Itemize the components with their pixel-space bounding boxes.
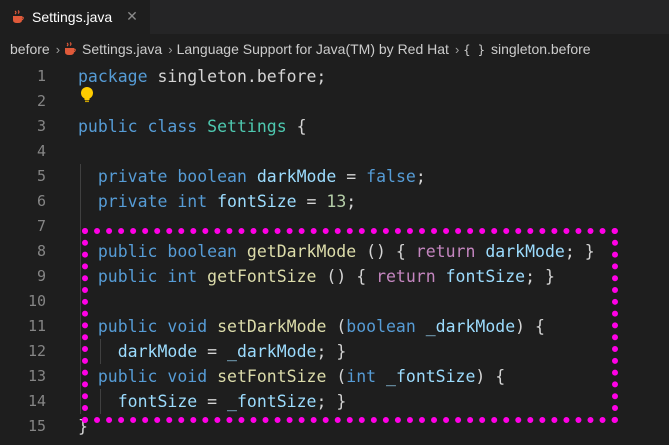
- code-line-14: fontSize = _fontSize; }: [117, 392, 347, 411]
- line-number: 6: [36, 192, 46, 210]
- line-number: 13: [27, 367, 46, 385]
- line-number: 11: [27, 317, 46, 335]
- line-number: 15: [27, 417, 46, 435]
- breadcrumb-file-label: Settings.java: [82, 41, 163, 57]
- code-line-6: private int fontSize = 13;: [97, 192, 357, 211]
- code-line-15: }: [78, 417, 88, 436]
- breadcrumb-symbol[interactable]: { } singleton.before: [463, 41, 590, 57]
- tab-settings-java[interactable]: Settings.java ✕: [0, 0, 150, 34]
- code-editor[interactable]: 1 2 3 4 5 6 7 8 9 10 11 12 13 14 15 pack…: [0, 64, 669, 445]
- breadcrumb-provider[interactable]: Language Support for Java(TM) by Red Hat: [177, 41, 449, 57]
- code-line-9: public int getFontSize () { return fontS…: [97, 267, 555, 286]
- code-line-8: public boolean getDarkMode () { return d…: [97, 242, 595, 261]
- lightbulb-icon[interactable]: [80, 86, 94, 104]
- breadcrumb-file[interactable]: Settings.java: [64, 41, 162, 57]
- line-number: 8: [36, 242, 46, 260]
- code-line-1: package singleton.before;: [78, 67, 327, 86]
- code-line-3: public class Settings {: [78, 117, 307, 136]
- code-line-12: darkMode = _darkMode; }: [117, 342, 347, 361]
- line-number: 9: [36, 267, 46, 285]
- chevron-right-icon: ›: [55, 41, 61, 57]
- close-icon[interactable]: ✕: [126, 9, 138, 25]
- line-number: 3: [36, 117, 46, 135]
- java-file-icon: [13, 10, 24, 23]
- java-file-icon: [65, 42, 76, 55]
- line-number: 10: [27, 292, 46, 310]
- code-line-11: public void setDarkMode (boolean _darkMo…: [97, 317, 545, 336]
- tab-bar: Settings.java ✕: [0, 0, 669, 34]
- line-number: 12: [27, 342, 46, 360]
- line-number: 2: [36, 92, 46, 110]
- code-line-13: public void setFontSize (int _fontSize) …: [97, 367, 506, 386]
- line-number: 1: [36, 67, 46, 85]
- code-line-5: private boolean darkMode = false;: [97, 167, 426, 186]
- breadcrumb-symbol-label: singleton.before: [490, 41, 591, 57]
- chevron-right-icon: ›: [168, 41, 173, 57]
- breadcrumb-folder[interactable]: before: [10, 41, 50, 57]
- line-number: 14: [27, 392, 46, 410]
- chevron-right-icon: ›: [454, 41, 460, 57]
- breadcrumb: before › Settings.java › Language Suppor…: [0, 34, 669, 64]
- tab-label: Settings.java: [32, 9, 113, 25]
- line-number: 4: [36, 142, 46, 160]
- line-number: 7: [36, 217, 46, 235]
- symbol-namespace-icon: { }: [463, 43, 485, 57]
- line-number: 5: [36, 167, 46, 185]
